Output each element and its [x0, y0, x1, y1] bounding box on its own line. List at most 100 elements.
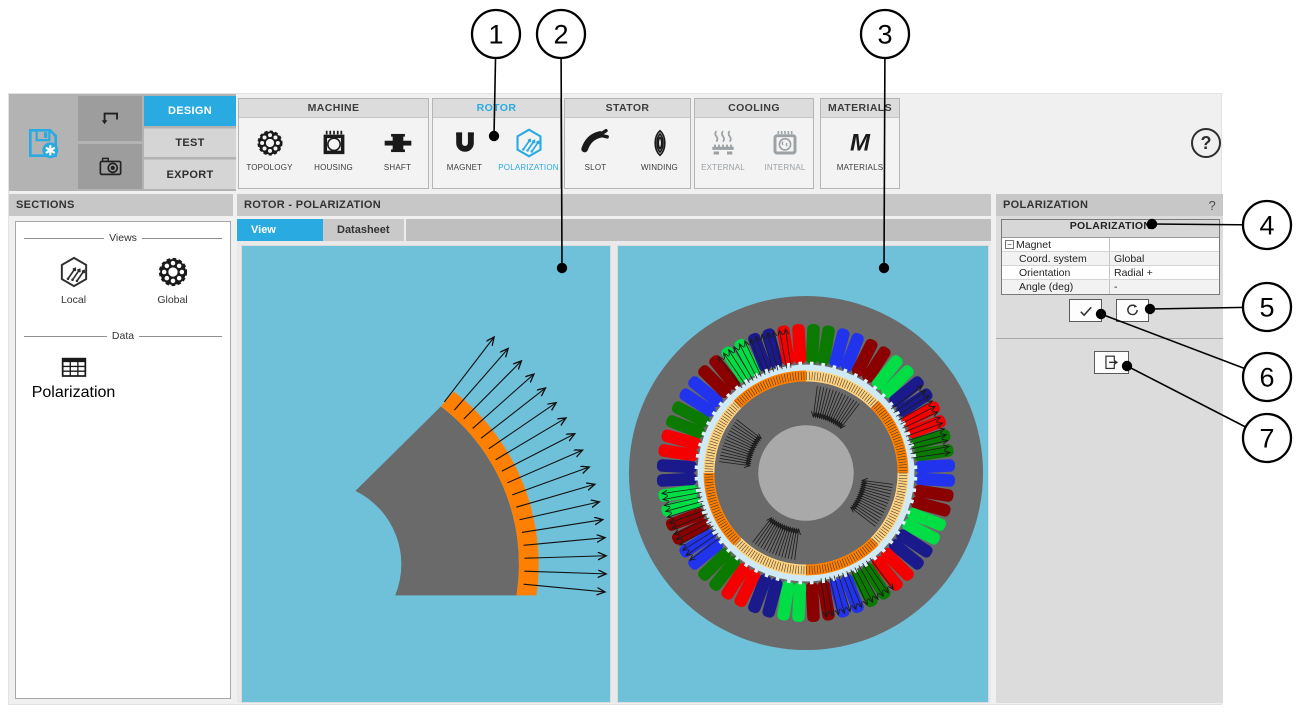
ribbon-item-winding[interactable]: WINDING — [631, 125, 689, 172]
ribbon-item-label: WINDING — [641, 163, 678, 172]
group-title: MACHINE — [239, 99, 428, 118]
ribbon-item-label: SLOT — [585, 163, 607, 172]
properties-title: POLARIZATION — [1003, 199, 1088, 211]
ribbon-item-housing[interactable]: HOUSING — [305, 125, 363, 172]
group-title: STATOR — [565, 99, 690, 118]
ribbon-group-cooling: COOLING EXTERNAL — [694, 98, 814, 189]
machine-cross-section-drawing — [618, 246, 988, 702]
help-icon: ? — [1201, 133, 1212, 154]
external-cooling-icon — [707, 125, 739, 161]
svg-text:3: 3 — [877, 20, 892, 50]
slot-icon — [580, 125, 612, 161]
app-frame: DESIGN TEST EXPORT MACHINE — [8, 93, 1222, 705]
callout-circle-4: 4 — [1243, 201, 1291, 249]
polarization-table-icon — [58, 352, 90, 384]
mode-tab-design[interactable]: DESIGN — [144, 96, 236, 126]
mode-tab-export[interactable]: EXPORT — [144, 159, 236, 189]
camera-icon — [97, 153, 124, 180]
table-row-magnet[interactable]: − Magnet — [1002, 238, 1219, 252]
ribbon-item-label: MATERIALS — [837, 163, 884, 172]
ribbon-item-shaft[interactable]: SHAFT — [369, 125, 427, 172]
group-title: ROTOR — [433, 99, 560, 118]
reset-button[interactable] — [1116, 299, 1149, 322]
ribbon-item-polarization[interactable]: POLARIZATION — [500, 125, 558, 172]
winding-icon — [644, 125, 676, 161]
view-tabs: View Datasheet — [237, 219, 991, 241]
materials-icon: M — [844, 125, 876, 161]
svg-text:4: 4 — [1259, 211, 1274, 241]
rotor-pole-sector-drawing — [242, 246, 610, 702]
ribbon-group-stator: STATOR SLOT — [564, 98, 691, 189]
ribbon-item-label: POLARIZATION — [498, 163, 558, 172]
panel-divider — [996, 338, 1223, 339]
global-polarization-view[interactable] — [617, 245, 989, 703]
svg-text:7: 7 — [1259, 424, 1274, 454]
mode-tab-test[interactable]: TEST — [144, 128, 236, 157]
tab-view[interactable]: View — [237, 219, 323, 241]
ribbon-group-rotor: ROTOR MAGNET — [432, 98, 561, 189]
properties-help-icon[interactable]: ? — [1208, 198, 1216, 213]
quick-toolbar: DESIGN TEST EXPORT — [9, 94, 236, 191]
help-button[interactable]: ? — [1191, 128, 1221, 158]
properties-header: POLARIZATION ? — [996, 194, 1223, 216]
ribbon-item-label: HOUSING — [314, 163, 353, 172]
ribbon-item-label: TOPOLOGY — [246, 163, 292, 172]
local-polarization-view[interactable] — [241, 245, 611, 703]
ribbon-group-machine: MACHINE — [238, 98, 429, 189]
table-row-coord-system[interactable]: Coord. system Global — [1002, 252, 1219, 266]
ribbon-item-label: INTERNAL — [764, 163, 805, 172]
svg-text:M: M — [850, 129, 871, 156]
export-view-button[interactable] — [1094, 351, 1129, 374]
sections-panel: Views Local — [15, 221, 231, 699]
polarization-icon — [512, 125, 546, 161]
screenshot-button[interactable] — [78, 144, 142, 189]
import-design-button[interactable] — [78, 96, 142, 141]
group-title: COOLING — [695, 99, 813, 118]
ribbon-item-internal-cooling[interactable]: INTERNAL — [757, 125, 813, 172]
tab-datasheet[interactable]: Datasheet — [323, 219, 406, 241]
local-view-label: Local — [61, 294, 86, 306]
save-icon — [24, 124, 62, 162]
polarization-table: POLARIZATION − Magnet Coord. system Glob… — [1001, 219, 1220, 295]
workspace-header: ROTOR - POLARIZATION — [237, 194, 991, 216]
tree-collapse-icon[interactable]: − — [1005, 240, 1014, 249]
apply-button[interactable] — [1069, 299, 1102, 322]
callout-circle-2: 2 — [537, 10, 585, 58]
global-view-label: Global — [157, 294, 187, 306]
housing-icon — [318, 125, 350, 161]
svg-text:5: 5 — [1259, 293, 1274, 323]
properties-panel: POLARIZATION − Magnet Coord. system Glob… — [996, 216, 1223, 703]
view-item-local[interactable]: Local — [24, 254, 123, 306]
polarization-data-label: Polarization — [32, 384, 116, 402]
group-title: MATERIALS — [821, 99, 899, 118]
svg-text:6: 6 — [1259, 363, 1274, 393]
global-view-icon — [155, 254, 191, 290]
save-button[interactable] — [11, 96, 75, 189]
data-item-polarization[interactable]: Polarization — [24, 352, 123, 402]
ribbon-item-label: EXTERNAL — [701, 163, 745, 172]
table-row-angle[interactable]: Angle (deg) - — [1002, 280, 1219, 294]
shaft-icon — [382, 125, 414, 161]
workspace-title: ROTOR - POLARIZATION — [244, 199, 381, 211]
local-view-icon — [56, 254, 92, 290]
sections-title: SECTIONS — [16, 199, 75, 211]
svg-text:1: 1 — [488, 20, 503, 50]
callout-circle-1: 1 — [472, 10, 520, 58]
callout-circle-7: 7 — [1243, 414, 1291, 462]
ribbon-item-magnet[interactable]: MAGNET — [436, 125, 494, 172]
ribbon-item-label: SHAFT — [384, 163, 411, 172]
ribbon-item-materials[interactable]: M MATERIALS — [831, 125, 889, 172]
ribbon-group-materials: MATERIALS M MATERIALS — [820, 98, 900, 189]
topology-icon — [254, 125, 286, 161]
table-row-orientation[interactable]: Orientation Radial + — [1002, 266, 1219, 280]
ribbon-item-external-cooling[interactable]: EXTERNAL — [695, 125, 751, 172]
data-group-label: Data — [24, 330, 222, 342]
callout-circle-3: 3 — [861, 10, 909, 58]
return-arrow-icon — [97, 106, 123, 132]
ribbon-item-slot[interactable]: SLOT — [567, 125, 625, 172]
svg-text:2: 2 — [553, 20, 568, 50]
check-icon — [1077, 302, 1095, 320]
callout-circle-5: 5 — [1243, 283, 1291, 331]
ribbon-item-topology[interactable]: TOPOLOGY — [241, 125, 299, 172]
view-item-global[interactable]: Global — [123, 254, 222, 306]
